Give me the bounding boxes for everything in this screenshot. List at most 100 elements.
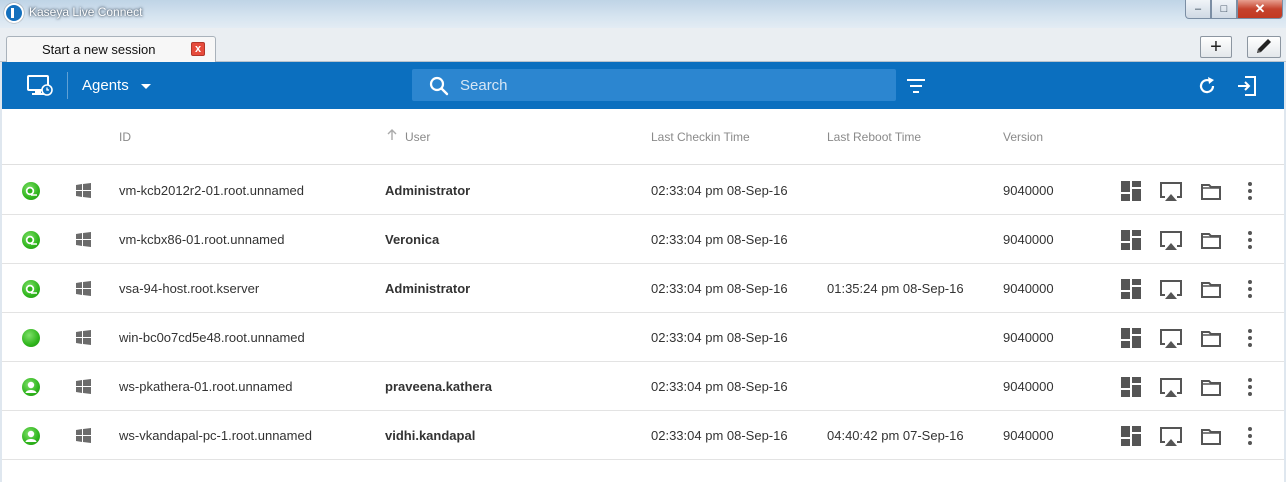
tab-strip: Start a new session x + <box>0 28 1286 62</box>
more-options-icon[interactable] <box>1245 425 1255 447</box>
tab-label: Start a new session <box>42 42 156 57</box>
windows-icon <box>76 428 91 443</box>
agents-view: Agents ID User Last Checkin Tim <box>2 62 1284 482</box>
search-input[interactable] <box>460 69 890 101</box>
more-options-icon[interactable] <box>1245 376 1255 398</box>
main-toolbar: Agents <box>2 62 1284 109</box>
table-row[interactable]: vsa-94-host.root.kserver Administrator 02:… <box>2 264 1284 313</box>
table-row[interactable]: ws-pkathera-01.root.unnamed praveena.kath… <box>2 362 1284 411</box>
folder-icon[interactable] <box>1200 180 1222 202</box>
monitor-clock-icon[interactable] <box>27 74 53 98</box>
agent-user: praveena.kathera <box>385 379 492 394</box>
column-header-last-checkin[interactable]: Last Checkin Time <box>651 130 750 144</box>
dashboard-icon[interactable] <box>1120 180 1142 202</box>
filter-icon[interactable] <box>905 76 927 96</box>
dashboard-icon[interactable] <box>1120 229 1142 251</box>
dashboard-icon[interactable] <box>1120 376 1142 398</box>
remote-control-icon[interactable] <box>1159 376 1183 398</box>
agents-dropdown[interactable]: Agents <box>82 77 151 94</box>
last-checkin-time: 02:33:04 pm 08-Sep-16 <box>651 379 788 394</box>
remote-control-icon[interactable] <box>1159 278 1183 300</box>
agent-id[interactable]: ws-vkandapal-pc-1.root.unnamed <box>119 428 312 443</box>
dashboard-icon[interactable] <box>1120 425 1142 447</box>
minimize-button[interactable]: – <box>1185 0 1211 19</box>
caret-down-icon <box>140 83 151 89</box>
windows-icon <box>76 281 91 296</box>
agent-user-icon <box>22 280 40 298</box>
search-box[interactable] <box>412 69 896 101</box>
folder-icon[interactable] <box>1200 278 1222 300</box>
agent-online-icon <box>22 329 40 347</box>
agent-id[interactable]: vm-kcbx86-01.root.unnamed <box>119 232 284 247</box>
window-controls: – □ ✕ <box>1185 0 1283 19</box>
agent-user: Administrator <box>385 183 471 198</box>
dashboard-icon[interactable] <box>1120 278 1142 300</box>
column-header-id[interactable]: ID <box>119 130 131 144</box>
table-header: ID User Last Checkin Time Last Reboot Ti… <box>2 109 1284 165</box>
more-options-icon[interactable] <box>1245 327 1255 349</box>
window-titlebar: Kaseya Live Connect – □ ✕ <box>0 0 1286 28</box>
windows-icon <box>76 232 91 247</box>
table-row[interactable]: vm-kcbx86-01.root.unnamed Veronica 02:33:0… <box>2 215 1284 264</box>
last-reboot-time: 04:40:42 pm 07-Sep-16 <box>827 428 964 443</box>
agent-version: 9040000 <box>1003 232 1054 247</box>
agents-dropdown-label: Agents <box>82 77 129 94</box>
folder-icon[interactable] <box>1200 229 1222 251</box>
remote-control-icon[interactable] <box>1159 327 1183 349</box>
agent-person-icon <box>22 427 40 445</box>
remote-control-icon[interactable] <box>1159 180 1183 202</box>
last-checkin-time: 02:33:04 pm 08-Sep-16 <box>651 183 788 198</box>
last-checkin-time: 02:33:04 pm 08-Sep-16 <box>651 330 788 345</box>
more-options-icon[interactable] <box>1245 180 1255 202</box>
column-header-last-reboot[interactable]: Last Reboot Time <box>827 130 921 144</box>
last-checkin-time: 02:33:04 pm 08-Sep-16 <box>651 281 788 296</box>
table-row[interactable]: vm-kcb2012r2-01.root.unnamed Administrato… <box>2 166 1284 215</box>
maximize-button[interactable]: □ <box>1211 0 1237 19</box>
agent-version: 9040000 <box>1003 183 1054 198</box>
last-reboot-time: 01:35:24 pm 08-Sep-16 <box>827 281 964 296</box>
agent-id[interactable]: vm-kcb2012r2-01.root.unnamed <box>119 183 304 198</box>
agent-user: Administrator <box>385 281 471 296</box>
agent-user-icon <box>22 231 40 249</box>
folder-icon[interactable] <box>1200 376 1222 398</box>
more-options-icon[interactable] <box>1245 229 1255 251</box>
windows-icon <box>76 183 91 198</box>
windows-icon <box>76 330 91 345</box>
agent-id[interactable]: win-bc0o7cd5e48.root.unnamed <box>119 330 305 345</box>
toolbar-divider <box>67 72 68 99</box>
folder-icon[interactable] <box>1200 327 1222 349</box>
agent-person-icon <box>22 378 40 396</box>
new-tab-button[interactable]: + <box>1200 36 1232 58</box>
agent-version: 9040000 <box>1003 281 1054 296</box>
remote-control-icon[interactable] <box>1159 425 1183 447</box>
agent-version: 9040000 <box>1003 428 1054 443</box>
kaseya-logo-icon <box>4 3 24 23</box>
tab-start-new-session[interactable]: Start a new session x <box>6 36 216 62</box>
folder-icon[interactable] <box>1200 425 1222 447</box>
last-checkin-time: 02:33:04 pm 08-Sep-16 <box>651 428 788 443</box>
agent-user: vidhi.kandapal <box>385 428 476 443</box>
agent-id[interactable]: vsa-94-host.root.kserver <box>119 281 259 296</box>
windows-icon <box>76 379 91 394</box>
refresh-icon[interactable] <box>1196 75 1218 97</box>
pencil-icon <box>1257 39 1271 53</box>
edit-button[interactable] <box>1247 36 1281 58</box>
sort-ascending-icon <box>387 129 397 140</box>
agent-user-icon <box>22 182 40 200</box>
remote-control-icon[interactable] <box>1159 229 1183 251</box>
more-options-icon[interactable] <box>1245 278 1255 300</box>
logout-icon[interactable] <box>1235 74 1259 98</box>
agent-version: 9040000 <box>1003 379 1054 394</box>
column-header-version[interactable]: Version <box>1003 130 1043 144</box>
tab-close-button[interactable]: x <box>191 42 205 56</box>
search-icon <box>429 76 449 96</box>
last-checkin-time: 02:33:04 pm 08-Sep-16 <box>651 232 788 247</box>
table-row[interactable]: ws-vkandapal-pc-1.root.unnamed vidhi.kand… <box>2 411 1284 460</box>
agent-version: 9040000 <box>1003 330 1054 345</box>
agent-id[interactable]: ws-pkathera-01.root.unnamed <box>119 379 292 394</box>
window-title: Kaseya Live Connect <box>29 5 143 19</box>
table-row[interactable]: win-bc0o7cd5e48.root.unnamed 02:33:04 pm … <box>2 313 1284 362</box>
close-window-button[interactable]: ✕ <box>1237 0 1283 19</box>
dashboard-icon[interactable] <box>1120 327 1142 349</box>
column-header-user[interactable]: User <box>405 130 430 144</box>
